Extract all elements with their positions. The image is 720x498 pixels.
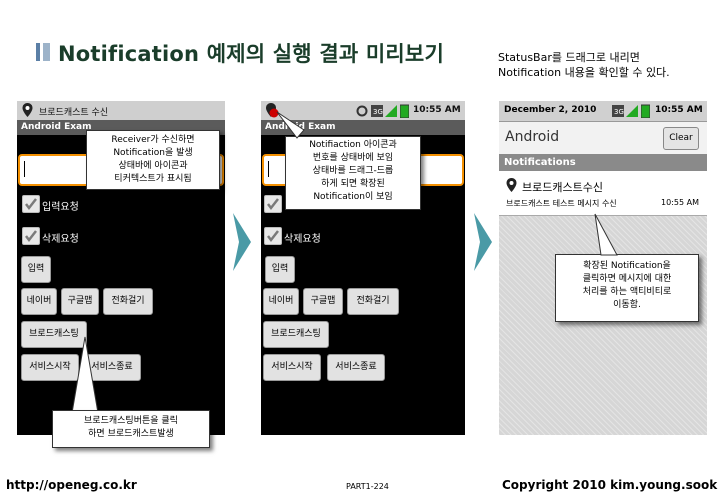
title-bullet-dark	[36, 43, 40, 61]
callout-broadcast: 브로드캐스팅버튼을 클릭 하면 브로드캐스트발생	[52, 410, 210, 448]
checkbox-delete-request[interactable]	[264, 227, 282, 245]
title-bullet-light	[43, 43, 50, 61]
ongoing-app-row: Android Clear	[499, 122, 707, 154]
notification-item[interactable]: 브로드캐스트수신 브로드캐스트 테스트 메시지 수신 10:55 AM	[499, 171, 707, 216]
callout-line: 브로드캐스팅버튼을 클릭	[84, 416, 178, 426]
status-bar[interactable]: 브로드캐스트 수신	[17, 101, 225, 120]
battery-icon	[641, 104, 650, 118]
callout-line: 이동함.	[613, 300, 641, 310]
location-pin-icon	[506, 178, 517, 192]
top-note-line1: StatusBar를 드래그로 내리면	[498, 51, 640, 64]
callout-line: 번호를 상태바에 보임	[312, 153, 394, 163]
location-pin-icon	[22, 103, 33, 117]
callout-line: 처리를 하는 액티비티로	[582, 287, 672, 297]
callout-line: Notification이 보임	[313, 192, 393, 202]
callout-line: 확장된 Notification을	[583, 261, 671, 271]
checkmark-icon	[267, 230, 279, 243]
service-stop-button[interactable]: 서비스종료	[327, 354, 385, 381]
callout-expanded: 확장된 Notification을 클릭하면 메시지에 대한 처리를 하는 액티…	[555, 254, 699, 322]
ticker-text: 브로드캐스트 수신	[39, 108, 109, 118]
notification-text: 브로드캐스트 테스트 메시지 수신	[506, 199, 617, 208]
checkbox-delete-request[interactable]	[22, 227, 40, 245]
naver-button[interactable]: 네이버	[263, 288, 299, 315]
text-cursor	[24, 161, 25, 177]
next-arrow-icon	[474, 213, 492, 271]
status-date: December 2, 2010	[504, 105, 597, 115]
callout-pointer	[71, 336, 99, 414]
input-button[interactable]: 입력	[265, 256, 295, 283]
svg-text:3G: 3G	[614, 108, 624, 116]
sync-icon	[356, 105, 368, 117]
clear-button[interactable]: Clear	[663, 127, 699, 150]
callout-line: 상태바를 드래그-드롭	[312, 166, 394, 176]
carrier-name: Android	[505, 129, 560, 145]
call-button[interactable]: 전화걸기	[347, 288, 399, 315]
callout-line: Receiver가 수신하면	[111, 135, 195, 145]
notifications-header: Notifications	[499, 154, 707, 171]
google-map-button[interactable]: 구글맵	[61, 288, 99, 315]
notification-time: 10:55 AM	[661, 198, 699, 207]
call-button[interactable]: 전화걸기	[103, 288, 153, 315]
callout-receiver: Receiver가 수신하면 Notification을 발생 상태바에 아이콘…	[86, 130, 220, 190]
battery-icon	[400, 104, 409, 118]
next-arrow-icon	[233, 213, 251, 271]
callout-line: Notification을 발생	[113, 148, 193, 158]
checkmark-icon	[267, 198, 279, 211]
status-time: 10:55 AM	[655, 105, 703, 115]
checkbox-input-request[interactable]	[264, 195, 282, 213]
callout-line: 클릭하면 메시지에 대한	[582, 274, 672, 284]
checkbox-label-delete: 삭제요청	[42, 234, 79, 245]
expanded-status-bar: December 2, 2010 3G 10:55 AM	[499, 101, 707, 122]
callout-line: 하면 브로드캐스트발생	[88, 429, 174, 439]
checkmark-icon	[25, 198, 37, 211]
text-cursor	[268, 161, 269, 177]
checkbox-label-delete: 삭제요청	[284, 234, 321, 245]
status-time: 10:55 AM	[413, 105, 461, 115]
top-note-line2: Notification 내용을 확인할 수 있다.	[498, 66, 670, 79]
service-start-button[interactable]: 서비스시작	[263, 354, 321, 381]
broadcast-button[interactable]: 브로드캐스팅	[263, 321, 329, 348]
callout-line: Notifiaction 아이콘과	[309, 140, 397, 150]
footer-url: http://openeg.co.kr	[6, 478, 137, 492]
notification-title: 브로드캐스트수신	[522, 181, 603, 194]
callout-statusbar: Notifiaction 아이콘과 번호를 상태바에 보임 상태바를 드래그-드…	[285, 136, 421, 210]
footer-copyright: Copyright 2010 kim.young.sook	[502, 478, 718, 492]
checkbox-label-input: 입력요청	[42, 202, 79, 213]
network-icon: 3G	[612, 105, 624, 117]
signal-icon	[626, 105, 638, 117]
google-map-button[interactable]: 구글맵	[303, 288, 343, 315]
svg-text:3G: 3G	[373, 108, 383, 116]
callout-line: 하게 되면 확장된	[321, 179, 385, 189]
naver-button[interactable]: 네이버	[21, 288, 57, 315]
callout-pointer	[276, 111, 305, 139]
input-button[interactable]: 입력	[21, 256, 51, 283]
network-icon: 3G	[371, 105, 383, 117]
checkmark-icon	[25, 230, 37, 243]
slide-title: Notification 예제의 실행 결과 미리보기	[58, 42, 444, 66]
callout-line: 상태바에 아이콘과	[118, 161, 188, 171]
top-note: StatusBar를 드래그로 내리면 Notification 내용을 확인할…	[498, 50, 670, 80]
signal-icon	[385, 105, 397, 117]
footer-page: PART1-224	[346, 482, 389, 491]
checkbox-input-request[interactable]	[22, 195, 40, 213]
callout-pointer	[594, 213, 618, 256]
callout-line: 티커텍스트가 표시됨	[114, 174, 192, 184]
